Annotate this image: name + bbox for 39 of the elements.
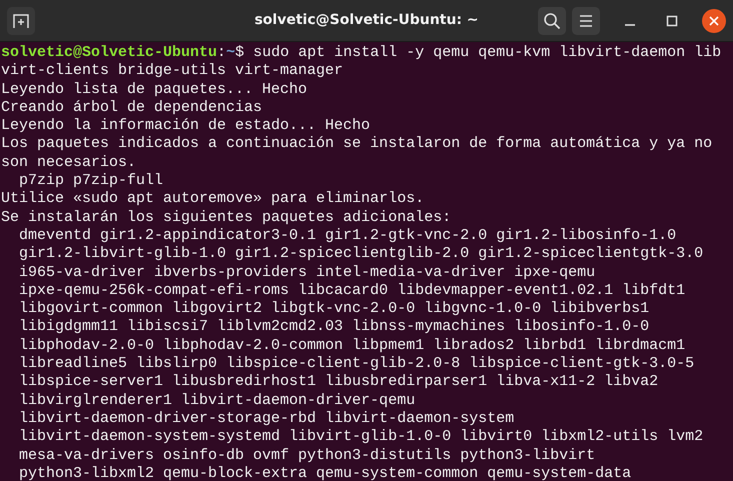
- search-button[interactable]: [538, 6, 566, 34]
- output-line: libphodav-2.0-0 libphodav-2.0-common libpmem1 librados2 librbd1 librdmacm1: [18, 336, 686, 354]
- output-line: libvirglrenderer1 libvirt-daemon-driver-qemu: [18, 392, 416, 409]
- output-line: libspice-server1 libusbredirhost1 libusbredirparser1 libva-x11-2 libva2: [18, 373, 658, 390]
- output-line: Los paquetes indicados a continuación se instalaron de forma automática y ya no: [1, 135, 712, 152]
- new-tab-button[interactable]: [7, 6, 35, 34]
- menu-icon: [578, 14, 594, 28]
- output-line: libvirt-daemon-system-systemd libvirt-glib-1.0-0 libvirt0 libxml2-utils lvm2: [18, 428, 704, 446]
- output-line: son necesarios.: [1, 154, 136, 171]
- output-line: p7zip p7zip-full: [18, 172, 164, 190]
- close-icon: [708, 14, 720, 26]
- output-line: i965-va-driver ibverbs-providers intel-media-va-driver ipxe-qemu: [18, 264, 596, 281]
- new-tab-icon: [12, 12, 30, 30]
- output-line: Leyendo la información de estado... Hecho: [1, 117, 370, 134]
- close-button[interactable]: [702, 8, 726, 32]
- output-line: Leyendo lista de paquetes... Hecho: [1, 80, 308, 98]
- output-line: Se instalarán los siguientes paquetes adicionales:: [1, 208, 452, 226]
- prompt-separator: :: [217, 44, 226, 61]
- minimize-icon: [625, 24, 635, 26]
- output-line: libgovirt-common libgovirt2 libgtk-vnc-2.0-0 libgvnc-1.0-0 libibverbs1: [18, 300, 650, 318]
- maximize-icon: [666, 14, 678, 26]
- output-line: Creando árbol de dependencias: [1, 98, 262, 116]
- command-text: sudo apt install -y qemu qemu-kvm libvirt-daemon lib: [253, 44, 722, 61]
- output-line: libigdgmm11 libiscsi7 liblvm2cmd2.03 libnss-mymachines libosinfo-1.0-0: [18, 318, 650, 336]
- output-line: mesa-va-drivers osinfo-db ovmf python3-distutils python3-libvirt: [18, 446, 596, 464]
- output-line: virt-clients bridge-utils virt-manager: [1, 62, 344, 80]
- prompt-path: ~: [226, 44, 236, 61]
- output-line: python3-libxml2 qemu-block-extra qemu-system-common qemu-system-data: [18, 464, 632, 481]
- output-line: libreadline5 libslirp0 libspice-client-glib-2.0-8 libspice-client-gtk-3.0-5: [18, 355, 694, 372]
- output-line: gir1.2-libvirt-glib-1.0 gir1.2-spiceclientglib-2.0 gir1.2-spiceclientgtk-3.0: [18, 245, 704, 262]
- prompt-user-host: solvetic@Solvetic-Ubuntu: [1, 44, 218, 61]
- output-line: ipxe-qemu-256k-compat-efi-roms libcacard0 libdevmapper-event1.02.1 libfdt1: [18, 282, 686, 299]
- window-title: solvetic@Solvetic-Ubuntu: ~: [254, 12, 479, 28]
- search-icon: [543, 12, 561, 30]
- output-line: dmeventd gir1.2-appindicator3-0.1 gir1.2-gtk-vnc-2.0 gir1.2-libosinfo-1.0: [18, 226, 676, 244]
- menu-button[interactable]: [572, 6, 600, 34]
- prompt-symbol: $: [235, 44, 244, 61]
- output-line: Utilice «sudo apt autoremove» para eliminarlos.: [1, 190, 424, 208]
- output-line: libvirt-daemon-driver-storage-rbd libvirt-daemon-system: [18, 410, 514, 427]
